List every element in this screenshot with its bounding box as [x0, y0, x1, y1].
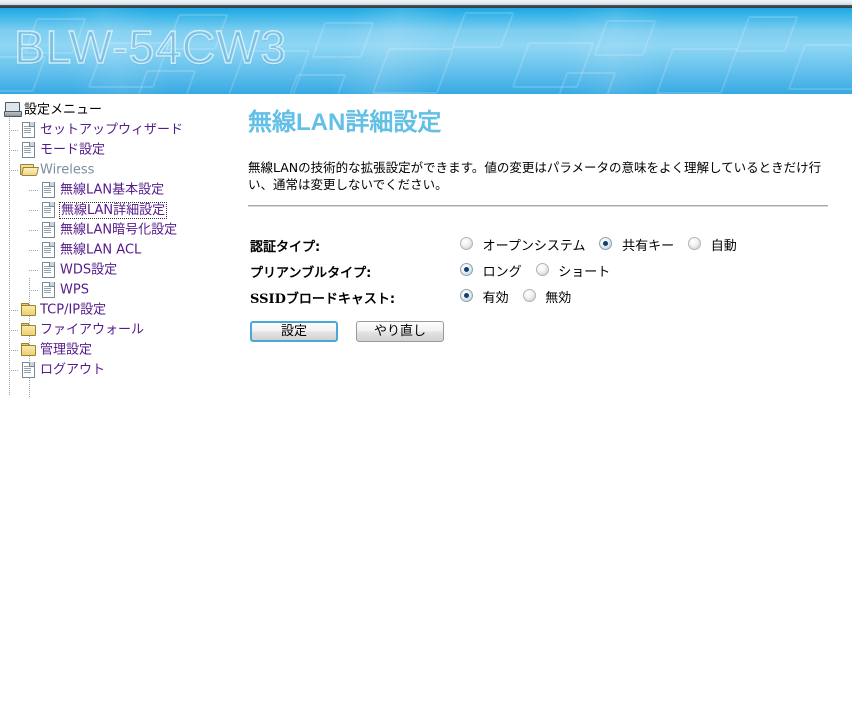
sidebar-item-firewall[interactable]: ファイアウォール: [0, 320, 232, 340]
radio-icon-disabled[interactable]: [522, 288, 536, 302]
radio-option-short[interactable]: ショート: [535, 261, 625, 280]
tree-connector: [9, 350, 19, 351]
tree-connector: [29, 270, 39, 271]
radio-option-enabled[interactable]: 有効: [460, 287, 523, 306]
form-label-auth-type: 認証タイプ:: [250, 240, 321, 255]
page-icon: [40, 281, 56, 298]
radio-label-shared-key: 共有キー: [622, 239, 675, 254]
sidebar-item-wps[interactable]: WPS: [0, 280, 232, 300]
page-icon: [40, 261, 56, 278]
wireless-advanced-form: 認証タイプ: オープンシステム 共有キー 自動 プリアンブルタイプ: ロング シ…: [248, 233, 840, 342]
radio-option-open-system[interactable]: オープンシステム: [460, 235, 599, 254]
tree-connector: [9, 330, 19, 331]
tree-connector: [9, 310, 19, 311]
tree-connector: [29, 290, 39, 291]
radio-icon-open-system[interactable]: [460, 236, 473, 250]
form-row-auth-type: 認証タイプ: オープンシステム 共有キー 自動: [248, 233, 840, 259]
page-icon: [40, 181, 56, 198]
sidebar-item-label: ファイアウォール: [40, 322, 145, 338]
folder-open-icon: [20, 161, 39, 177]
tree-connector: [29, 190, 39, 191]
sidebar-item-label: 無線LAN基本設定: [60, 182, 165, 198]
tree-root-setting-menu[interactable]: 設定メニュー: [0, 100, 232, 120]
reset-button[interactable]: やり直し: [356, 321, 444, 342]
form-label-ssid-broadcast: SSIDブロードキャスト:: [250, 288, 395, 307]
page-title: 無線LAN詳細設定: [248, 109, 442, 136]
page-icon: [20, 361, 36, 378]
page-description: 無線LANの技術的な拡張設定ができます。値の変更はパラメータの意味をよく理解して…: [248, 160, 822, 192]
sidebar-item-label: セットアップウィザード: [40, 122, 184, 138]
main-content: 無線LAN詳細設定 無線LANの技術的な拡張設定ができます。値の変更はパラメータ…: [248, 96, 840, 342]
radio-icon-shared-key[interactable]: [599, 236, 613, 250]
form-buttons: 設定 やり直し: [250, 321, 840, 342]
radio-label-enabled: 有効: [482, 291, 509, 306]
sidebar-item-label: WDS設定: [60, 262, 118, 278]
sidebar-item-wlan-advanced[interactable]: 無線LAN詳細設定: [0, 200, 232, 220]
tree-connector: [29, 210, 39, 211]
radio-group-preamble-type: ロング ショート: [460, 261, 624, 280]
sidebar-item-wds[interactable]: WDS設定: [0, 260, 232, 280]
radio-option-disabled[interactable]: 無効: [522, 287, 586, 306]
tree-connector: [29, 250, 39, 251]
page-icon: [40, 241, 56, 258]
form-label-ssid-rest: ブロードキャスト:: [285, 292, 396, 307]
tree-root-label: 設定メニュー: [24, 102, 103, 118]
product-name: BLW-54CW3: [13, 20, 288, 73]
sidebar-item-setup-wizard[interactable]: セットアップウィザード: [0, 120, 232, 140]
page-icon: [20, 121, 36, 138]
sidebar-item-tcpip[interactable]: TCP/IP設定: [0, 300, 232, 320]
sidebar-item-label: Wireless: [40, 162, 95, 178]
navigation-tree: 設定メニュー セットアップウィザード モード設定 Wireless 無線LAN基…: [0, 100, 232, 398]
radio-group-auth-type: オープンシステム 共有キー 自動: [460, 235, 751, 254]
form-label-preamble-type: プリアンブルタイプ:: [250, 266, 372, 281]
submit-button[interactable]: 設定: [250, 321, 338, 342]
radio-option-auto[interactable]: 自動: [688, 235, 751, 254]
tree-connector: [29, 230, 39, 231]
banner-gradient: BLW-54CW3: [0, 8, 852, 94]
header-banner: BLW-54CW3: [0, 0, 852, 94]
computer-icon: [4, 101, 22, 117]
tree-connector: [9, 150, 19, 151]
sidebar-item-label: 管理設定: [40, 342, 93, 358]
radio-label-short: ショート: [558, 265, 611, 280]
sidebar-item-mode-setting[interactable]: モード設定: [0, 140, 232, 160]
sidebar-item-wireless[interactable]: Wireless: [0, 160, 232, 180]
radio-option-shared-key[interactable]: 共有キー: [599, 235, 688, 254]
radio-icon-short[interactable]: [535, 262, 549, 276]
folder-icon: [20, 301, 36, 317]
form-label-ssid-prefix: SSID: [250, 292, 286, 307]
page-icon: [40, 201, 56, 218]
sidebar-item-wlan-basic[interactable]: 無線LAN基本設定: [0, 180, 232, 200]
sidebar-item-admin[interactable]: 管理設定: [0, 340, 232, 360]
sidebar-item-label: 無線LAN ACL: [60, 242, 142, 258]
sidebar-item-logout[interactable]: ログアウト: [0, 360, 232, 380]
radio-label-disabled: 無効: [545, 291, 572, 306]
sidebar-item-label: モード設定: [40, 142, 106, 158]
radio-icon-auto[interactable]: [688, 236, 702, 250]
radio-label-long: ロング: [482, 265, 522, 280]
radio-label-auto: 自動: [710, 239, 737, 254]
sidebar-item-label: ログアウト: [40, 362, 106, 378]
radio-label-open-system: オープンシステム: [482, 239, 586, 254]
form-row-ssid-broadcast: SSIDブロードキャスト: 有効 無効: [248, 285, 840, 311]
radio-option-long[interactable]: ロング: [460, 261, 536, 280]
tree-connector: [9, 170, 19, 171]
radio-icon-enabled[interactable]: [460, 288, 473, 302]
tree-connector: [9, 370, 19, 371]
page-icon: [40, 221, 56, 238]
sidebar-item-label: 無線LAN暗号化設定: [60, 222, 178, 238]
sidebar-item-label: WPS: [60, 282, 89, 298]
sidebar-item-label: TCP/IP設定: [40, 302, 107, 318]
folder-icon: [20, 341, 36, 357]
sidebar-item-wlan-acl[interactable]: 無線LAN ACL: [0, 240, 232, 260]
tree-connector: [9, 130, 19, 131]
form-row-preamble-type: プリアンブルタイプ: ロング ショート: [248, 259, 840, 285]
page-icon: [20, 141, 36, 158]
folder-icon: [20, 321, 36, 337]
sidebar-item-wlan-encryption[interactable]: 無線LAN暗号化設定: [0, 220, 232, 240]
radio-icon-long[interactable]: [460, 262, 473, 276]
sidebar-item-label-selected: 無線LAN詳細設定: [58, 201, 168, 219]
radio-group-ssid-broadcast: 有効 無効: [460, 287, 585, 306]
horizontal-divider: [248, 205, 828, 207]
